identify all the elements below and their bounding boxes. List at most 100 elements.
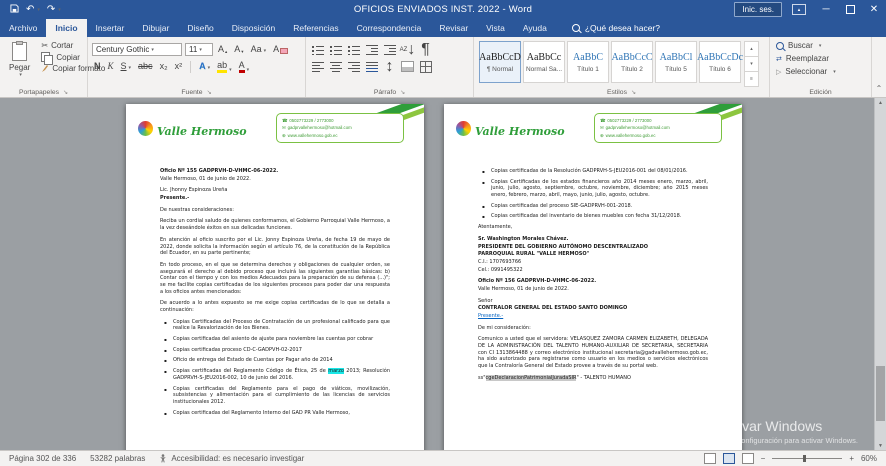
doc-present-link[interactable]: Presente.- bbox=[478, 313, 708, 320]
page-body[interactable]: Oficio Nº 155 GADPRVH-D-VHMC-06-2022. Va… bbox=[126, 156, 424, 416]
justify-button[interactable] bbox=[364, 60, 379, 73]
styles-scroll-down-button[interactable]: ▾ bbox=[744, 56, 759, 72]
tab-archivo[interactable]: Archivo bbox=[0, 19, 46, 37]
style-titulo-2[interactable]: AaBbCcCTítulo 2 bbox=[611, 41, 653, 83]
accessibility-status[interactable]: Accesibilidad: es necesario investigar bbox=[159, 454, 304, 463]
doc-recipient-title: CONTRALOR GENERAL DEL ESTADO SANTO DOMIN… bbox=[478, 305, 708, 312]
styles-gallery-more-button[interactable]: ≡ bbox=[744, 71, 759, 87]
zoom-in-button[interactable]: + bbox=[849, 454, 854, 463]
redo-icon[interactable]: ↷ bbox=[47, 5, 55, 15]
multilevel-list-button[interactable] bbox=[346, 43, 361, 56]
tell-me-search[interactable]: ¿Qué desea hacer? bbox=[572, 19, 660, 37]
italic-button[interactable]: K bbox=[106, 62, 116, 71]
styles-scroll-up-button[interactable]: ▴ bbox=[744, 41, 759, 57]
tab-referencias[interactable]: Referencias bbox=[284, 19, 347, 37]
numbered-list-button[interactable] bbox=[328, 43, 343, 56]
print-layout-icon[interactable] bbox=[723, 453, 735, 464]
save-icon[interactable] bbox=[10, 4, 19, 16]
scrollbar-thumb[interactable] bbox=[876, 366, 885, 421]
bold-button[interactable]: N bbox=[92, 62, 103, 71]
line-spacing-button[interactable]: ↕ bbox=[382, 60, 397, 73]
borders-button[interactable] bbox=[418, 60, 433, 73]
align-left-icon bbox=[312, 62, 324, 72]
chevron-down-icon: ▾ bbox=[819, 43, 822, 49]
increase-indent-button[interactable] bbox=[382, 43, 397, 56]
underline-button[interactable]: S▾ bbox=[119, 62, 134, 71]
word-window: ↶▾ ↷▾ OFICIOS ENVIADOS INST. 2022 - Word… bbox=[0, 0, 886, 466]
decrease-indent-button[interactable] bbox=[364, 43, 379, 56]
search-icon bbox=[776, 42, 784, 50]
highlight-color-button[interactable]: ab▾ bbox=[215, 61, 234, 73]
font-size-select[interactable]: 11▾ bbox=[185, 43, 213, 56]
chevron-down-icon: ▾ bbox=[151, 47, 154, 53]
letterhead: Valle Hermoso ☎0502773229 / 2773000 ✉gad… bbox=[126, 104, 424, 156]
find-button[interactable]: Buscar▾ bbox=[774, 40, 867, 51]
dialog-launcher-icon[interactable]: ↘ bbox=[207, 89, 212, 96]
show-paragraph-marks-button[interactable]: ¶ bbox=[418, 43, 433, 56]
align-left-button[interactable] bbox=[310, 60, 325, 73]
style-titulo-5[interactable]: AaBbClTítulo 5 bbox=[655, 41, 697, 83]
replace-button[interactable]: ⇄Reemplazar bbox=[774, 53, 867, 64]
minimize-button[interactable]: ─ bbox=[814, 0, 838, 19]
chevron-down-icon[interactable]: ▾ bbox=[58, 7, 61, 13]
vertical-scrollbar[interactable]: ▲ ▼ bbox=[874, 98, 886, 451]
text-effects-button[interactable]: A▾ bbox=[197, 62, 212, 71]
maximize-button[interactable] bbox=[838, 0, 862, 19]
tab-disposicion[interactable]: Disposición bbox=[223, 19, 284, 37]
style-titulo-1[interactable]: AaBbCTítulo 1 bbox=[567, 41, 609, 83]
grow-font-button[interactable]: A▴ bbox=[216, 45, 229, 54]
zoom-slider[interactable] bbox=[772, 458, 842, 459]
paste-button[interactable]: Pegar ▾ bbox=[4, 40, 35, 85]
tab-vista[interactable]: Vista bbox=[477, 19, 514, 37]
tab-correspondencia[interactable]: Correspondencia bbox=[348, 19, 431, 37]
align-center-button[interactable] bbox=[328, 60, 343, 73]
word-count[interactable]: 53282 palabras bbox=[90, 454, 145, 463]
collapse-ribbon-button[interactable]: ⌃ bbox=[872, 37, 886, 97]
tab-revisar[interactable]: Revisar bbox=[430, 19, 477, 37]
dialog-launcher-icon[interactable]: ↘ bbox=[63, 89, 68, 96]
bullet-list-button[interactable] bbox=[310, 43, 325, 56]
doc-paragraph: En todo proceso, en el que se determina … bbox=[160, 262, 390, 295]
subscript-button[interactable]: x₂ bbox=[158, 62, 170, 71]
bullet-list: Copias certificadas de la Resolución GAD… bbox=[478, 168, 708, 220]
document-page-1[interactable]: Valle Hermoso ☎0502773229 / 2773000 ✉gad… bbox=[126, 104, 424, 451]
letterhead-contact: ☎0502773229 / 2773000 ✉gadprvallehermoso… bbox=[276, 113, 404, 143]
web-layout-icon[interactable] bbox=[742, 453, 754, 464]
strikethrough-button[interactable]: abc bbox=[136, 62, 155, 71]
select-button[interactable]: ▷Seleccionar▾ bbox=[774, 66, 867, 77]
ribbon-display-options-icon[interactable]: ▴ bbox=[792, 4, 806, 15]
tab-inicio[interactable]: Inicio bbox=[46, 19, 86, 37]
tab-ayuda[interactable]: Ayuda bbox=[514, 19, 556, 37]
close-button[interactable]: ✕ bbox=[862, 0, 886, 19]
clear-formatting-button[interactable]: A bbox=[271, 45, 290, 54]
tab-dibujar[interactable]: Dibujar bbox=[133, 19, 178, 37]
tab-diseno[interactable]: Diseño bbox=[178, 19, 222, 37]
page-body[interactable]: Copias certificadas de la Resolución GAD… bbox=[444, 156, 742, 382]
bullet-item: Copias certificadas del inventario de bi… bbox=[478, 213, 708, 220]
dialog-launcher-icon[interactable]: ↘ bbox=[400, 89, 405, 96]
shrink-font-button[interactable]: A▾ bbox=[232, 45, 245, 54]
change-case-button[interactable]: Aa▾ bbox=[249, 45, 269, 54]
scroll-up-icon[interactable]: ▲ bbox=[875, 98, 886, 108]
zoom-slider-thumb[interactable] bbox=[803, 455, 806, 462]
style-normal-sa[interactable]: AaBbCcNormal Sa... bbox=[523, 41, 565, 83]
tab-insertar[interactable]: Insertar bbox=[87, 19, 134, 37]
chevron-down-icon[interactable]: ▾ bbox=[37, 7, 40, 13]
zoom-level[interactable]: 60% bbox=[861, 454, 877, 463]
font-color-button[interactable]: A▾ bbox=[237, 61, 252, 73]
font-family-select[interactable]: Century Gothic▾ bbox=[92, 43, 182, 56]
read-mode-icon[interactable] bbox=[704, 453, 716, 464]
style-normal[interactable]: AaBbCcD¶ Normal bbox=[479, 41, 521, 83]
undo-icon[interactable]: ↶ bbox=[26, 5, 34, 15]
style-titulo-6[interactable]: AaBbCcDcTítulo 6 bbox=[699, 41, 741, 83]
sort-button[interactable]: AZ↓ bbox=[400, 43, 415, 56]
sign-in-button[interactable]: Inic. ses. bbox=[734, 2, 782, 17]
superscript-button[interactable]: x² bbox=[173, 62, 185, 71]
align-right-button[interactable] bbox=[346, 60, 361, 73]
line-spacing-icon: ↕ bbox=[386, 58, 394, 76]
document-page-2[interactable]: Valle Hermoso ☎0502773229 / 2773000 ✉gad… bbox=[444, 104, 742, 451]
shading-button[interactable] bbox=[400, 60, 415, 73]
zoom-out-button[interactable]: − bbox=[761, 454, 766, 463]
dialog-launcher-icon[interactable]: ↘ bbox=[631, 89, 636, 96]
page-indicator[interactable]: Página 302 de 336 bbox=[9, 454, 76, 463]
